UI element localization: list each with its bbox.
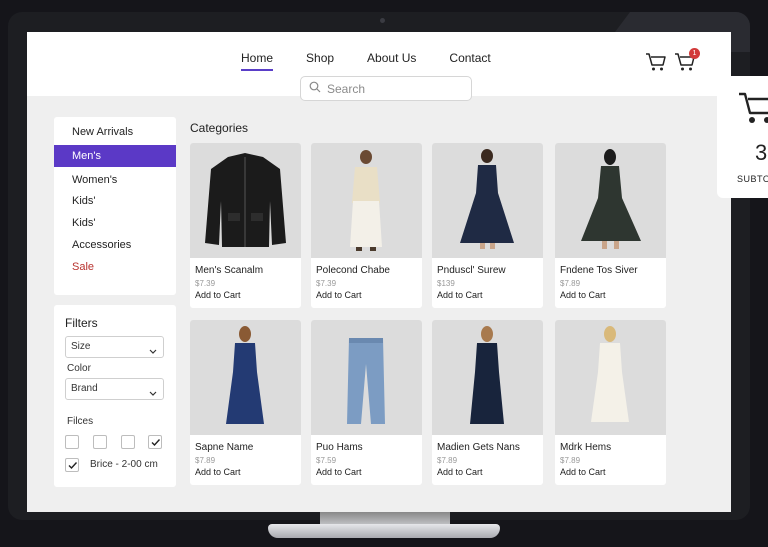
brand-select[interactable]: Brand [65, 378, 164, 400]
search-input[interactable] [327, 81, 457, 96]
check-icon [68, 462, 78, 470]
product-price: $7.89 [560, 279, 581, 288]
filter-checkbox-3[interactable] [121, 435, 135, 449]
product-image-dress [555, 320, 666, 435]
product-card[interactable]: Pnduscl' Surew $139 Add to Cart [432, 143, 543, 308]
product-price: $7.89 [195, 456, 216, 465]
product-name: Puo Hams [316, 442, 363, 453]
cart-count: 3 [755, 140, 768, 165]
product-price: $7.39 [316, 279, 337, 288]
screen: Home Shop About Us Contact 1 New Arrival… [27, 32, 731, 512]
add-to-cart-button[interactable]: Add to Cart [316, 467, 362, 477]
filter-checkbox-1[interactable] [65, 435, 79, 449]
monitor-stand-base [268, 524, 500, 538]
sidebar-item-accessories[interactable]: Accessories [54, 234, 176, 256]
cart-summary-popup[interactable]: 3 SUBTO [717, 76, 768, 198]
camera-dot [380, 18, 385, 23]
add-to-cart-button[interactable]: Add to Cart [195, 467, 241, 477]
sidebar-item-sale[interactable]: Sale [54, 256, 176, 278]
add-to-cart-button[interactable]: Add to Cart [437, 290, 483, 300]
search-box[interactable] [300, 76, 472, 101]
filter-checkbox-2[interactable] [93, 435, 107, 449]
product-image-dress [432, 143, 543, 258]
section-title: Categories [190, 121, 249, 135]
product-card[interactable]: Polecond Chabe $7.39 Add to Cart [311, 143, 422, 308]
product-card[interactable]: Fndene Tos Siver $7.89 Add to Cart [555, 143, 666, 308]
product-card[interactable]: Men's Scanalm $7.39 Add to Cart [190, 143, 301, 308]
product-price: $139 [437, 279, 455, 288]
add-to-cart-button[interactable]: Add to Cart [316, 290, 362, 300]
product-price: $7.39 [195, 279, 216, 288]
product-card[interactable]: Puo Hams $7.59 Add to Cart [311, 320, 422, 485]
sidebar-item-womens[interactable]: Women's [54, 169, 176, 191]
product-card[interactable]: Madien Gets Nans $7.89 Add to Cart [432, 320, 543, 485]
product-name: Mdrk Hems [560, 442, 612, 453]
brand-select-label: Brand [71, 383, 98, 394]
price-checkbox-checked[interactable] [65, 458, 79, 472]
cart-icon [737, 90, 768, 131]
product-image-dress [432, 320, 543, 435]
cart-icon[interactable] [645, 52, 667, 77]
product-name: Madien Gets Nans [437, 442, 520, 453]
size-select-label: Size [71, 341, 91, 352]
filter-checkbox-4-checked[interactable] [148, 435, 162, 449]
sidebar-item-kids[interactable]: Kids' [54, 190, 176, 212]
add-to-cart-button[interactable]: Add to Cart [560, 467, 606, 477]
product-image-dress [555, 143, 666, 258]
product-name: Fndene Tos Siver [560, 265, 638, 276]
product-card[interactable]: Sapne Name $7.89 Add to Cart [190, 320, 301, 485]
product-price: $7.59 [316, 456, 337, 465]
subtotal-label: SUBTO [737, 174, 768, 184]
category-sidebar: New Arrivals Men's Women's Kids' Kids' A… [54, 117, 176, 295]
nav-about[interactable]: About Us [367, 51, 416, 71]
filters-title: Filters [65, 316, 98, 330]
sidebar-item-kids-2[interactable]: Kids' [54, 212, 176, 234]
add-to-cart-button[interactable]: Add to Cart [560, 290, 606, 300]
product-card[interactable]: Mdrk Hems $7.89 Add to Cart [555, 320, 666, 485]
add-to-cart-button[interactable]: Add to Cart [195, 290, 241, 300]
product-image-jacket [190, 143, 301, 258]
color-label: Color [67, 363, 91, 374]
check-icon [151, 439, 161, 447]
search-icon [309, 80, 321, 98]
product-image-model [311, 143, 422, 258]
product-name: Sapne Name [195, 442, 254, 453]
chevron-down-icon [149, 385, 157, 405]
sidebar-item-new-arrivals[interactable]: New Arrivals [54, 121, 176, 143]
chevron-down-icon [149, 343, 157, 363]
add-to-cart-button[interactable]: Add to Cart [437, 467, 483, 477]
product-price: $7.89 [437, 456, 458, 465]
size-select[interactable]: Size [65, 336, 164, 358]
product-image-dress [190, 320, 301, 435]
sidebar-item-mens[interactable]: Men's [54, 145, 176, 167]
nav-contact[interactable]: Contact [449, 51, 490, 71]
nav-home[interactable]: Home [241, 51, 274, 71]
fieces-label: Filces [67, 416, 94, 427]
product-price: $7.89 [560, 456, 581, 465]
product-image-jeans [311, 320, 422, 435]
nav-shop[interactable]: Shop [306, 51, 334, 71]
price-range-label: Brice - 2-00 cm [90, 459, 158, 470]
cart-badge: 1 [689, 48, 700, 59]
product-name: Men's Scanalm [195, 265, 264, 276]
main-nav: Home Shop About Us Contact [241, 51, 524, 71]
product-name: Polecond Chabe [316, 265, 390, 276]
product-name: Pnduscl' Surew [437, 265, 506, 276]
